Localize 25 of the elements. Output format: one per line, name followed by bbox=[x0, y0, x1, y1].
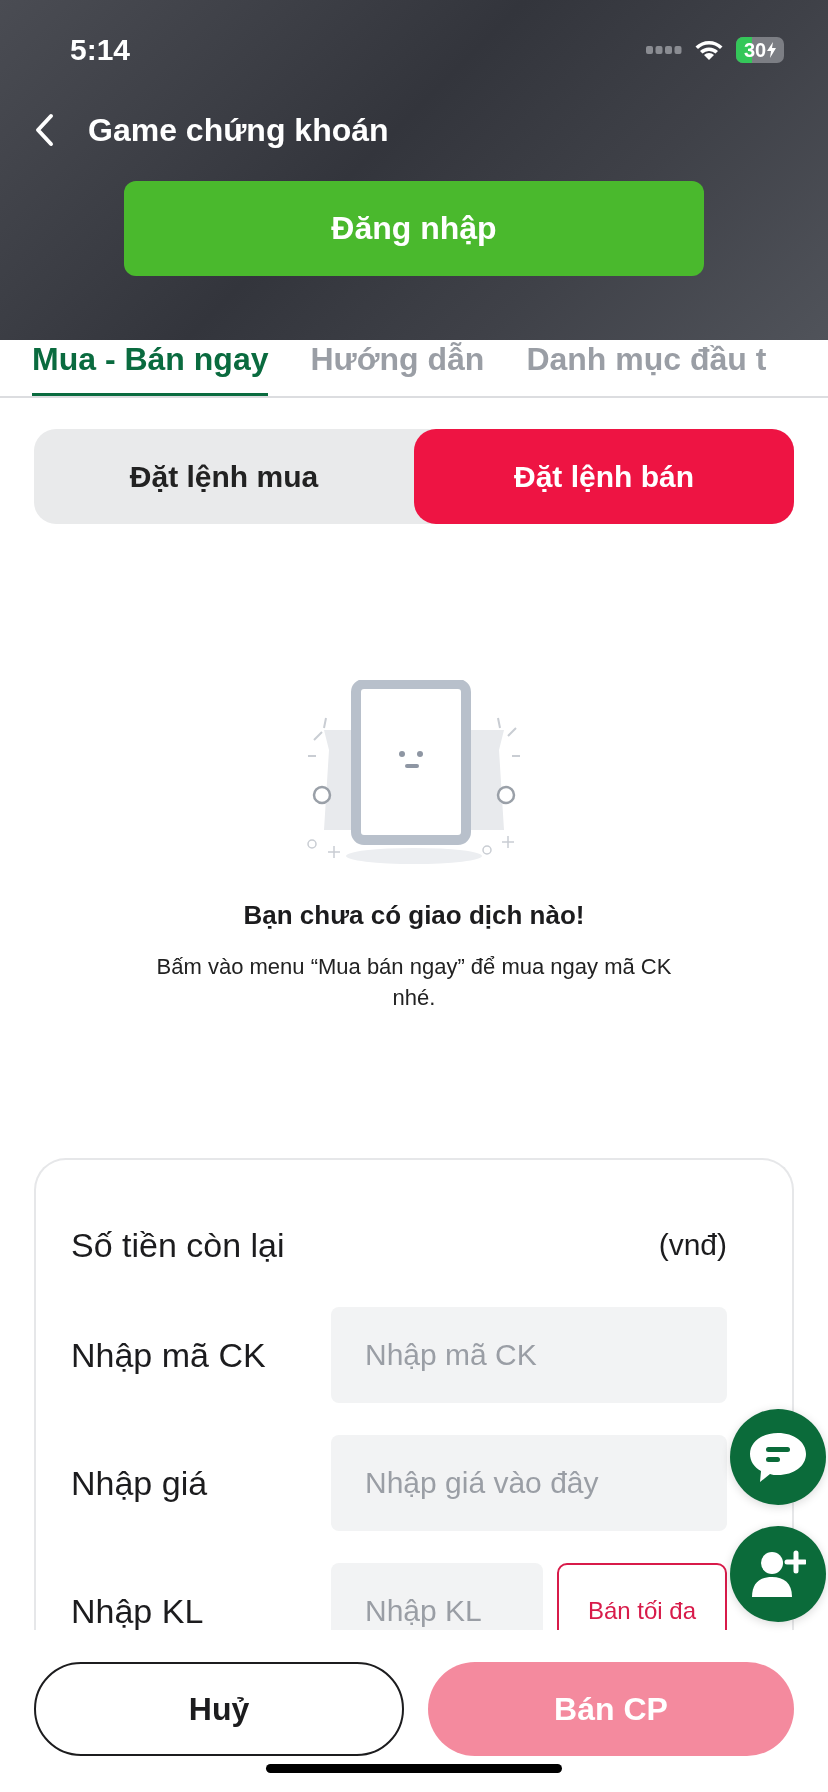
tab[interactable]: Hướng dẫn bbox=[310, 340, 485, 396]
add-user-icon bbox=[750, 1549, 806, 1599]
wifi-icon bbox=[694, 38, 724, 62]
add-friend-button[interactable] bbox=[730, 1526, 826, 1622]
back-icon[interactable] bbox=[34, 113, 56, 147]
tab[interactable]: Mua - Bán ngay bbox=[32, 340, 269, 396]
empty-message: Bấm vào menu “Mua bán ngay” để mua ngay mã CK nhé. bbox=[155, 953, 673, 1012]
tab[interactable]: Danh mục đầu t bbox=[526, 340, 767, 396]
input-field[interactable]: Nhập mã CK bbox=[331, 1307, 727, 1403]
empty-title: Bạn chưa có giao dịch nào! bbox=[243, 900, 585, 931]
order-type-option[interactable]: Đặt lệnh mua bbox=[34, 429, 414, 524]
signal-icon bbox=[646, 45, 682, 55]
login-button[interactable]: Đăng nhập bbox=[124, 181, 704, 276]
input-field[interactable]: Nhập KL bbox=[331, 1563, 543, 1630]
page-title: Game chứng khoán bbox=[88, 111, 389, 149]
balance-label: Số tiền còn lại bbox=[71, 1225, 285, 1265]
field-label: Nhập giá bbox=[71, 1463, 208, 1503]
currency-unit: (vnđ) bbox=[658, 1228, 727, 1262]
status-time: 5:14 bbox=[70, 33, 131, 67]
input-field[interactable]: Nhập giá vào đây bbox=[331, 1435, 727, 1531]
order-type-option[interactable]: Đặt lệnh bán bbox=[414, 429, 794, 524]
cancel-button[interactable]: Huỷ bbox=[34, 1662, 404, 1756]
field-label: Nhập KL bbox=[71, 1591, 204, 1630]
field-label: Nhập mã CK bbox=[71, 1335, 266, 1375]
chat-button[interactable] bbox=[730, 1409, 826, 1505]
